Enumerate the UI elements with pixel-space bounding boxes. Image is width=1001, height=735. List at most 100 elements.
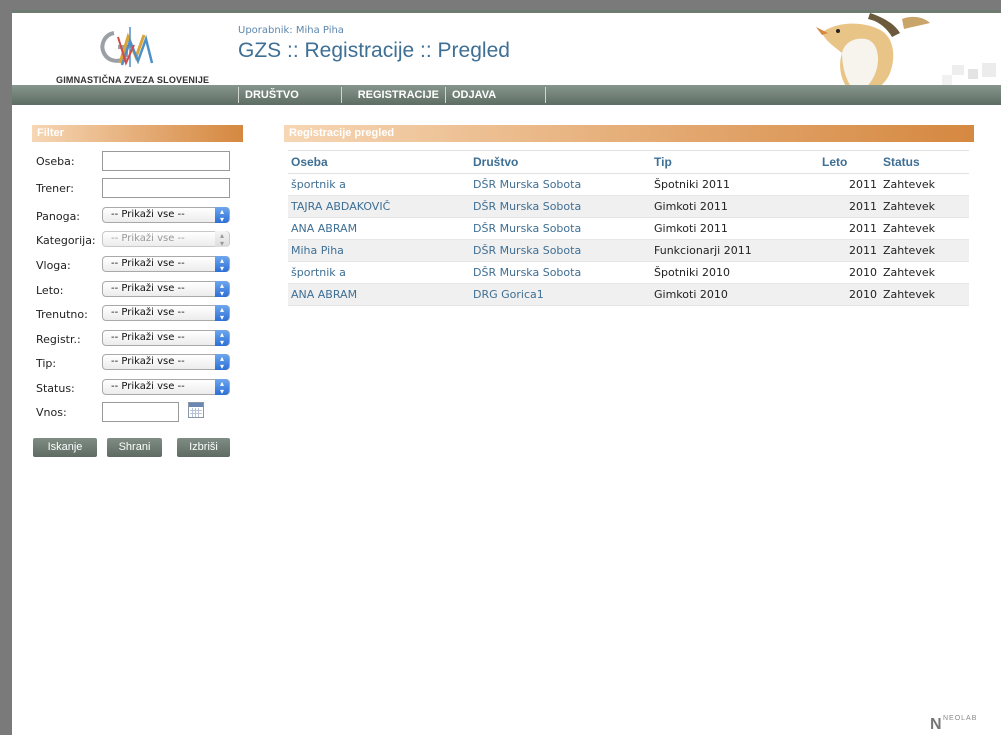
- filter-row-trenutno: Trenutno: -- Prikaži vse -- ▴ ▾: [32, 304, 243, 326]
- column-header-status[interactable]: Status: [880, 150, 969, 174]
- logo-text: GIMNASTIČNA ZVEZA SLOVENIJE: [56, 75, 210, 85]
- panoga-selected: -- Prikaži vse --: [111, 209, 185, 220]
- panoga-select[interactable]: -- Prikaži vse -- ▴ ▾: [102, 207, 230, 224]
- filter-row-status: Status: -- Prikaži vse -- ▴ ▾: [32, 378, 243, 400]
- cell-oseba[interactable]: ANA ABRAM: [288, 217, 470, 240]
- select-arrows-icon: ▴ ▾: [215, 281, 229, 298]
- leto-select[interactable]: -- Prikaži vse -- ▴ ▾: [102, 281, 230, 298]
- trener-input[interactable]: [102, 178, 230, 198]
- cell-oseba[interactable]: ANA ABRAM: [288, 283, 470, 306]
- registr-selected: -- Prikaži vse --: [111, 332, 185, 343]
- cell-tip: Špotniki 2010: [651, 261, 819, 284]
- cell-status: Zahtevek: [880, 261, 969, 284]
- penguin-banner-icon: [782, 13, 996, 95]
- status-select[interactable]: -- Prikaži vse -- ▴ ▾: [102, 379, 230, 396]
- filter-row-leto: Leto: -- Prikaži vse -- ▴ ▾: [32, 280, 243, 302]
- select-arrows-icon: ▴ ▾: [215, 305, 229, 322]
- vnos-label: Vnos:: [36, 406, 67, 419]
- filter-row-registr: Registr.: -- Prikaži vse -- ▴ ▾: [32, 329, 243, 351]
- current-user-label: Uporabnik: Miha Piha: [238, 25, 344, 36]
- filter-row-kategorija: Kategorija: -- Prikaži vse -- ▴ ▾: [32, 230, 243, 252]
- column-header-oseba[interactable]: Oseba: [288, 150, 470, 174]
- oseba-input[interactable]: [102, 151, 230, 171]
- cell-status: Zahtevek: [880, 239, 969, 262]
- cell-tip: Funkcionarji 2011: [651, 239, 819, 262]
- header: GIMNASTIČNA ZVEZA SLOVENIJE Uporabnik: M…: [12, 13, 1001, 95]
- cell-status: Zahtevek: [880, 195, 969, 218]
- nav-divider: [545, 87, 552, 103]
- cell-oseba[interactable]: Miha Piha: [288, 239, 470, 262]
- table-row[interactable]: Miha Piha DŠR Murska Sobota Funkcionarji…: [288, 239, 969, 262]
- vloga-select[interactable]: -- Prikaži vse -- ▴ ▾: [102, 256, 230, 273]
- kategorija-label: Kategorija:: [36, 234, 96, 247]
- select-arrows-icon: ▴ ▾: [215, 256, 229, 273]
- filter-row-oseba: Oseba:: [32, 151, 243, 173]
- select-arrows-icon: ▴ ▾: [215, 330, 229, 347]
- delete-button[interactable]: Izbriši: [177, 438, 230, 457]
- cell-leto: 2011: [819, 195, 880, 218]
- select-arrows-icon: ▴ ▾: [215, 354, 229, 371]
- filter-heading: Filter: [32, 125, 243, 142]
- trenutno-select[interactable]: -- Prikaži vse -- ▴ ▾: [102, 305, 230, 322]
- table-row[interactable]: ANA ABRAM DŠR Murska Sobota Gimkoti 2011…: [288, 217, 969, 240]
- cell-drustvo[interactable]: DŠR Murska Sobota: [470, 261, 651, 284]
- neolab-n-icon: N: [930, 716, 942, 733]
- search-button[interactable]: Iskanje: [33, 438, 97, 457]
- cell-leto: 2010: [819, 261, 880, 284]
- column-header-tip[interactable]: Tip: [651, 150, 819, 174]
- filter-row-tip: Tip: -- Prikaži vse -- ▴ ▾: [32, 353, 243, 375]
- nav-item-odjava[interactable]: ODJAVA: [445, 87, 545, 103]
- nav-item-registracije[interactable]: REGISTRACIJE: [341, 87, 445, 103]
- trenutno-label: Trenutno:: [36, 308, 88, 321]
- cell-tip: Gimkoti 2011: [651, 217, 819, 240]
- table-header-row: Oseba Društvo Tip Leto Status: [288, 150, 969, 174]
- vnos-date-input[interactable]: [102, 402, 179, 422]
- app-window: GIMNASTIČNA ZVEZA SLOVENIJE Uporabnik: M…: [12, 10, 1001, 735]
- cell-leto: 2011: [819, 239, 880, 262]
- trenutno-selected: -- Prikaži vse --: [111, 307, 185, 318]
- cell-leto: 2010: [819, 283, 880, 306]
- tip-label: Tip:: [36, 357, 57, 370]
- cell-oseba[interactable]: TAJRA ABDAKOVIČ: [288, 195, 470, 218]
- calendar-icon[interactable]: [188, 402, 204, 418]
- cell-status: Zahtevek: [880, 283, 969, 306]
- gzs-logo[interactable]: GIMNASTIČNA ZVEZA SLOVENIJE: [56, 23, 210, 87]
- save-button[interactable]: Shrani: [107, 438, 162, 457]
- oseba-label: Oseba:: [36, 155, 75, 168]
- grid-heading: Registracije pregled: [284, 125, 974, 142]
- status-label: Status:: [36, 382, 75, 395]
- cell-drustvo[interactable]: DŠR Murska Sobota: [470, 217, 651, 240]
- column-header-drustvo[interactable]: Društvo: [470, 150, 651, 174]
- table-row[interactable]: športnik a DŠR Murska Sobota Špotniki 20…: [288, 261, 969, 284]
- table-row[interactable]: ANA ABRAM DRG Gorica1 Gimkoti 2010 2010 …: [288, 283, 969, 306]
- kategorija-select: -- Prikaži vse -- ▴ ▾: [102, 231, 230, 248]
- cell-leto: 2011: [819, 217, 880, 240]
- select-arrows-icon: ▴ ▾: [215, 231, 229, 248]
- logo-mark-icon: [100, 27, 154, 67]
- cell-status: Zahtevek: [880, 217, 969, 240]
- table-row[interactable]: športnik a DŠR Murska Sobota Špotniki 20…: [288, 173, 969, 196]
- cell-oseba[interactable]: športnik a: [288, 261, 470, 284]
- panoga-label: Panoga:: [36, 210, 81, 223]
- page-title: GZS :: Registracije :: Pregled: [238, 39, 510, 62]
- select-arrows-icon: ▴ ▾: [215, 379, 229, 396]
- tip-select[interactable]: -- Prikaži vse -- ▴ ▾: [102, 354, 230, 371]
- leto-label: Leto:: [36, 284, 64, 297]
- leto-selected: -- Prikaži vse --: [111, 283, 185, 294]
- cell-drustvo[interactable]: DŠR Murska Sobota: [470, 173, 651, 196]
- vloga-selected: -- Prikaži vse --: [111, 258, 185, 269]
- cell-drustvo[interactable]: DŠR Murska Sobota: [470, 239, 651, 262]
- trener-label: Trener:: [36, 182, 74, 195]
- table-row[interactable]: TAJRA ABDAKOVIČ DŠR Murska Sobota Gimkot…: [288, 195, 969, 218]
- cell-drustvo[interactable]: DRG Gorica1: [470, 283, 651, 306]
- select-arrows-icon: ▴ ▾: [215, 207, 229, 224]
- column-header-leto[interactable]: Leto: [819, 150, 880, 174]
- cell-leto: 2011: [819, 173, 880, 196]
- filter-row-vnos: Vnos:: [32, 402, 243, 424]
- cell-oseba[interactable]: športnik a: [288, 173, 470, 196]
- cell-drustvo[interactable]: DŠR Murska Sobota: [470, 195, 651, 218]
- registr-select[interactable]: -- Prikaži vse -- ▴ ▾: [102, 330, 230, 347]
- registrations-table: Oseba Društvo Tip Leto Status športnik a…: [288, 150, 969, 306]
- filter-row-vloga: Vloga: -- Prikaži vse -- ▴ ▾: [32, 255, 243, 277]
- nav-item-drustvo[interactable]: DRUŠTVO: [238, 87, 341, 103]
